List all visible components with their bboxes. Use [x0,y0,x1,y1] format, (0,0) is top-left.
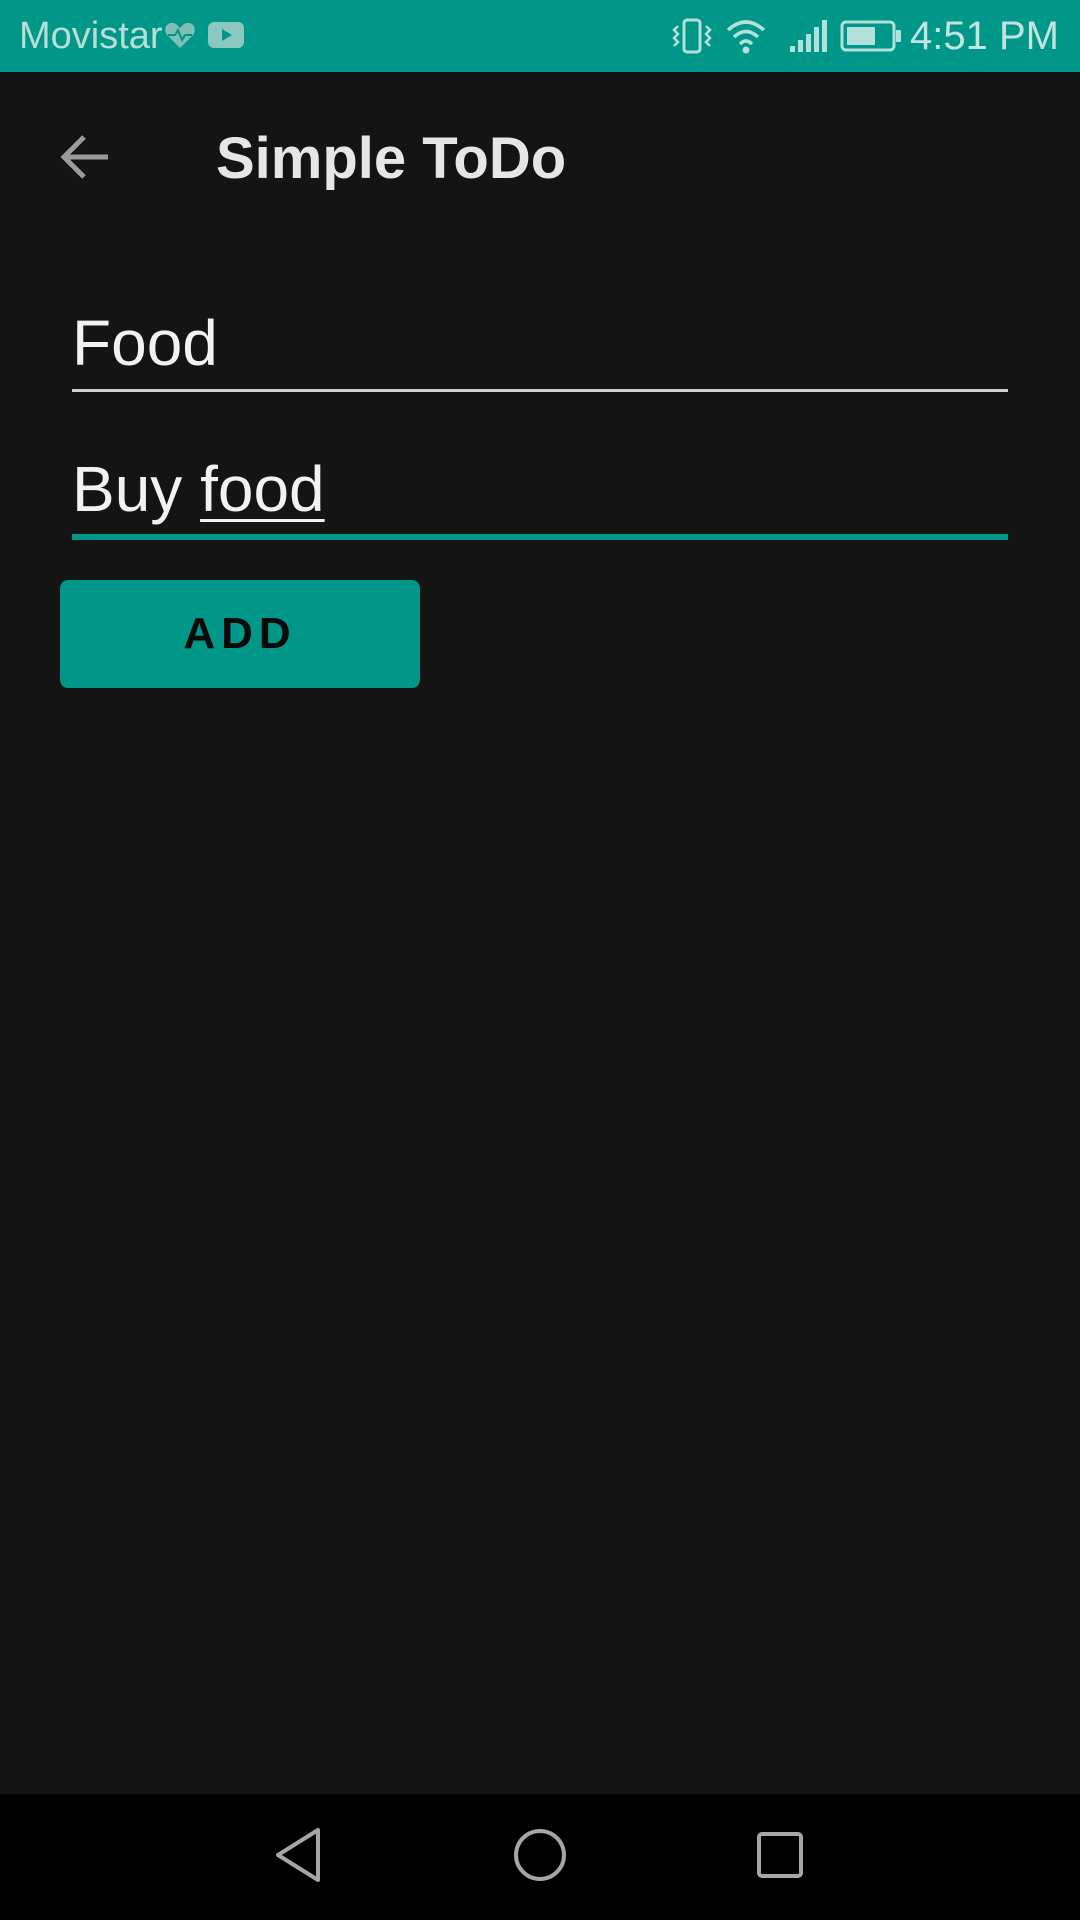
heart-icon [164,20,196,55]
nav-back-icon [272,1826,326,1889]
todo-title-input[interactable] [72,300,1008,386]
youtube-icon [208,22,244,53]
description-prefix-text: Buy [72,453,201,525]
todo-description-field[interactable]: Buy food [72,446,1008,540]
add-button[interactable]: ADD [60,580,420,688]
todo-title-field [72,300,1008,392]
app-bar: Simple ToDo [0,72,1080,242]
signal-icon [788,18,828,59]
nav-home-button[interactable] [495,1812,585,1902]
screen: Movistar 4:51 PM Simple ToDo Food Buy fo… [0,0,1080,1920]
wifi-icon [724,16,768,61]
nav-recents-button[interactable] [735,1812,825,1902]
clock: 4:51 PM [910,14,1059,58]
title-input-underline [72,389,1008,392]
battery-icon [840,20,902,57]
navigation-bar [0,1794,1080,1920]
description-input-underline [72,534,1008,540]
status-bar: Movistar 4:51 PM [0,0,1080,72]
page-title: Simple ToDo [216,126,567,191]
todo-description-input[interactable]: Buy food [72,446,325,532]
carrier-name: Movistar [19,15,163,57]
nav-recents-icon [755,1830,805,1885]
nav-home-icon [512,1827,568,1888]
back-button[interactable] [40,114,130,204]
arrow-back-icon [58,132,112,187]
vibrate-icon [670,16,714,61]
description-composing-text: food [200,453,325,525]
nav-back-button[interactable] [254,1812,344,1902]
